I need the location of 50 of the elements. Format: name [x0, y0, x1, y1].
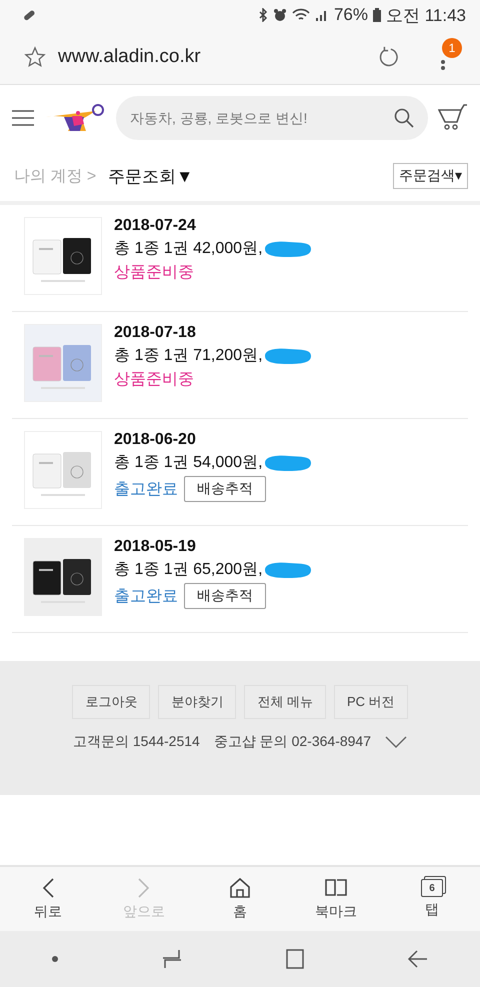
dot-icon[interactable]	[51, 955, 59, 963]
order-summary: 총 1종 1권 65,200원,	[114, 560, 263, 580]
order-date[interactable]: 2018-07-18	[114, 324, 313, 342]
order-status: 상품준비중	[114, 263, 194, 283]
search-icon[interactable]	[394, 108, 414, 128]
order-summary: 총 1종 1권 54,000원,	[114, 453, 263, 473]
signal-icon	[314, 8, 329, 22]
toolbar-button[interactable]: 홈	[200, 877, 280, 921]
track-delivery-button[interactable]: 배송추적	[184, 583, 266, 609]
order-summary: 총 1종 1권 42,000원,	[114, 239, 263, 259]
recent-apps-icon[interactable]	[161, 948, 183, 970]
order-summary: 총 1종 1권 71,200원,	[114, 346, 263, 366]
order-status: 출고완료	[114, 480, 178, 500]
order-date[interactable]: 2018-07-24	[114, 217, 313, 235]
footer-button[interactable]: 분야찾기	[158, 685, 236, 719]
home-square-icon[interactable]	[285, 948, 305, 970]
forward-icon	[137, 877, 151, 899]
toolbar-button[interactable]: 6 탭	[392, 879, 472, 919]
bluetooth-icon	[258, 8, 268, 22]
battery-icon	[372, 8, 381, 22]
order-status: 상품준비중	[114, 370, 194, 390]
contact-text: 고객문의 1544-2514	[72, 733, 200, 751]
track-delivery-button[interactable]: 배송추적	[184, 476, 266, 502]
menu-icon[interactable]	[12, 110, 34, 126]
wifi-icon	[292, 8, 310, 22]
order-status: 출고완료	[114, 586, 178, 606]
order-search-button[interactable]: 주문검색▾	[393, 163, 468, 189]
order-date[interactable]: 2018-05-19	[114, 538, 313, 556]
footer-button[interactable]: 로그아웃	[72, 685, 150, 719]
footer-button[interactable]: PC 버전	[334, 685, 408, 719]
reload-icon[interactable]	[378, 46, 400, 68]
page-title[interactable]: 주문조회▼	[108, 164, 381, 188]
star-icon[interactable]	[24, 46, 46, 68]
url-text[interactable]: www.aladin.co.kr	[58, 46, 366, 68]
cart-icon[interactable]	[438, 104, 468, 132]
tabs-icon: 6	[421, 879, 443, 897]
back-icon	[41, 877, 55, 899]
battery-percent: 76%	[334, 5, 368, 25]
back-arrow-icon[interactable]	[407, 948, 429, 970]
book-icon	[324, 877, 348, 899]
home-icon	[229, 877, 251, 899]
clock-time: 오전 11:43	[386, 4, 466, 26]
chevron-down-icon[interactable]	[385, 736, 408, 748]
search-field[interactable]: 자동차, 공룡, 로봇으로 변신!	[116, 96, 428, 140]
order-date[interactable]: 2018-06-20	[114, 431, 313, 449]
toolbar-button[interactable]: 북마크	[296, 877, 376, 921]
notification-badge: 1	[442, 38, 462, 58]
toolbar-button[interactable]: 뒤로	[8, 877, 88, 921]
contact-text: 중고샵 문의 02-364-8947	[214, 733, 372, 751]
footer-button[interactable]: 전체 메뉴	[244, 685, 326, 719]
